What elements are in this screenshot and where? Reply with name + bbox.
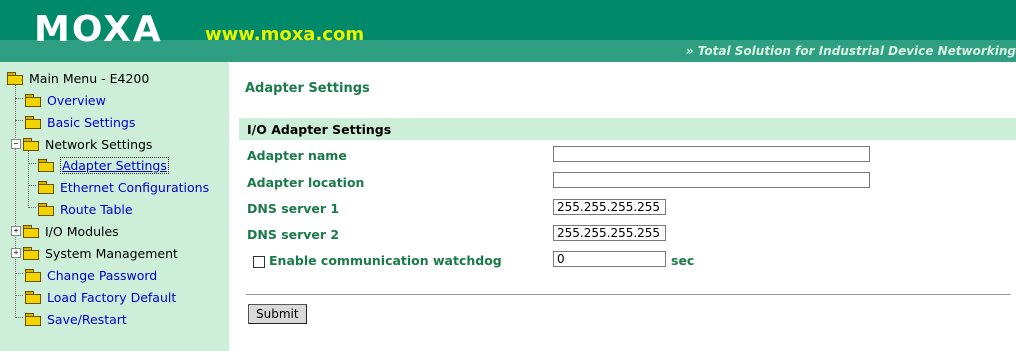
folder-icon: [23, 224, 39, 238]
page-title: Adapter Settings: [245, 81, 370, 96]
sidebar-item-label: I/O Modules: [45, 223, 119, 239]
section-header: I/O Adapter Settings: [239, 118, 1016, 140]
folder-open-icon: [23, 137, 39, 151]
folder-icon: [23, 246, 39, 260]
sidebar-item-label: Load Factory Default: [47, 289, 177, 305]
sidebar-item-label: Main Menu - E4200: [29, 70, 150, 86]
sidebar-item-label: Route Table: [60, 201, 133, 217]
folder-icon: [25, 268, 41, 282]
expand-icon[interactable]: +: [11, 248, 21, 258]
sidebar-item-basic-settings[interactable]: Basic Settings: [25, 112, 135, 132]
dns-server-2-label: DNS server 2: [247, 227, 340, 242]
folder-icon: [38, 202, 54, 216]
header-url[interactable]: www.moxa.com: [205, 24, 364, 46]
sidebar-item-change-password[interactable]: Change Password: [25, 265, 157, 285]
dns-server-1-input[interactable]: [553, 199, 666, 215]
tree-line: [28, 207, 36, 208]
submit-button[interactable]: Submit: [248, 304, 307, 324]
tree-line: [15, 98, 23, 99]
folder-icon: [38, 180, 54, 194]
sidebar-item-label: System Management: [45, 245, 178, 261]
header-tagline: » Total Solution for Industrial Device N…: [685, 44, 1016, 58]
tree-line: [15, 317, 23, 318]
sidebar-item-io-modules[interactable]: + I/O Modules: [11, 221, 119, 241]
main-content: Adapter Settings I/O Adapter Settings Ad…: [229, 62, 1016, 351]
folder-open-icon: [7, 71, 23, 85]
adapter-name-label: Adapter name: [247, 148, 347, 163]
sidebar-item-label: Overview: [47, 92, 106, 108]
dns-server-1-label: DNS server 1: [247, 201, 340, 216]
sidebar-item-overview[interactable]: Overview: [25, 90, 106, 110]
sidebar-item-network-settings[interactable]: − Network Settings: [11, 134, 152, 154]
adapter-location-input[interactable]: [553, 172, 870, 188]
sidebar-item-label: Save/Restart: [47, 311, 127, 327]
sidebar-item-label: Basic Settings: [47, 114, 136, 130]
sidebar-item-label: Change Password: [47, 267, 158, 283]
folder-icon: [25, 290, 41, 304]
sidebar-item-label: Network Settings: [45, 136, 153, 152]
sidebar-item-main-menu[interactable]: Main Menu - E4200: [7, 68, 149, 88]
sidebar-item-load-factory-default[interactable]: Load Factory Default: [25, 287, 176, 307]
adapter-location-label: Adapter location: [247, 175, 365, 190]
sidebar-menu: Main Menu - E4200 Overview Basic Setting…: [0, 62, 229, 351]
sidebar-item-route-table[interactable]: Route Table: [38, 199, 133, 219]
tree-line: [15, 273, 23, 274]
folder-icon: [25, 93, 41, 107]
tree-line: [28, 163, 36, 164]
dns-server-2-input[interactable]: [553, 225, 666, 241]
sidebar-item-adapter-settings[interactable]: Adapter Settings: [38, 155, 169, 175]
folder-icon: [25, 312, 41, 326]
sidebar-item-label: Adapter Settings: [60, 156, 169, 174]
moxa-logo: MOXA: [34, 9, 163, 50]
sidebar-item-ethernet-configurations[interactable]: Ethernet Configurations: [38, 177, 209, 197]
collapse-icon[interactable]: −: [11, 139, 21, 149]
tree-line: [28, 185, 36, 186]
sidebar-item-save-restart[interactable]: Save/Restart: [25, 309, 127, 329]
folder-icon: [25, 115, 41, 129]
tree-line: [15, 120, 23, 121]
folder-icon: [38, 158, 54, 172]
divider: [246, 294, 1011, 295]
tree-line: [15, 295, 23, 296]
header-banner: MOXA www.moxa.com » Total Solution for I…: [0, 0, 1016, 62]
tree-line: [28, 150, 29, 206]
watchdog-label: Enable communication watchdog: [269, 253, 502, 268]
watchdog-checkbox[interactable]: [253, 256, 265, 268]
adapter-name-input[interactable]: [553, 146, 870, 162]
sidebar-item-system-management[interactable]: + System Management: [11, 243, 178, 263]
expand-icon[interactable]: +: [11, 226, 21, 236]
sidebar-item-label: Ethernet Configurations: [60, 179, 210, 195]
section-title: I/O Adapter Settings: [247, 122, 392, 137]
watchdog-timeout-input[interactable]: [553, 251, 666, 267]
watchdog-unit: sec: [671, 253, 695, 268]
